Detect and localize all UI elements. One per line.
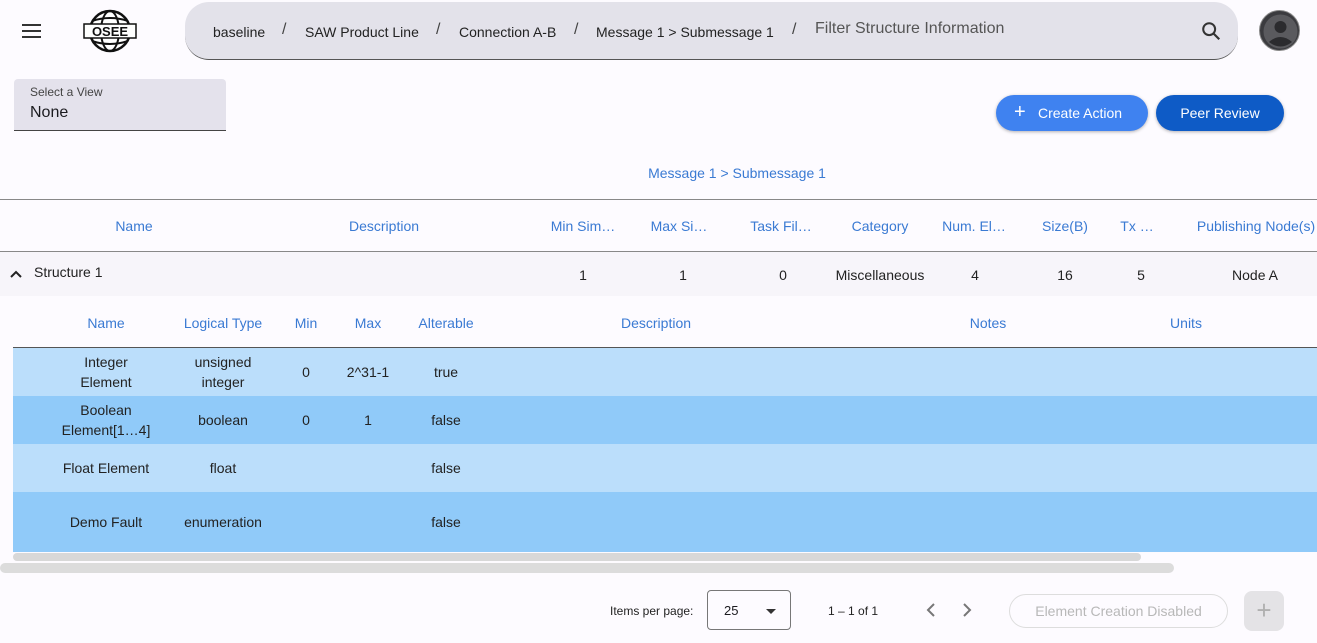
items-per-page-value: 25: [724, 603, 739, 618]
header-tx[interactable]: Tx …: [1120, 218, 1153, 234]
plus-icon: +: [1014, 101, 1026, 123]
element-header-max[interactable]: Max: [355, 315, 381, 331]
peer-review-button[interactable]: Peer Review: [1156, 95, 1284, 131]
menu-icon-bar: [22, 30, 41, 32]
table-row[interactable]: Float Element float false: [13, 444, 1317, 492]
items-per-page-label: Items per page:: [610, 604, 694, 618]
menu-button[interactable]: [14, 16, 50, 46]
element-header-logical-type[interactable]: Logical Type: [184, 315, 262, 331]
table-top-border: [0, 199, 1317, 200]
element-header-name[interactable]: Name: [87, 315, 124, 331]
osee-logo[interactable]: OSEE: [82, 9, 138, 53]
element-alterable: false: [431, 460, 461, 476]
breadcrumb-separator: /: [282, 21, 287, 38]
chevron-left-icon[interactable]: [922, 600, 940, 620]
element-header-description[interactable]: Description: [621, 315, 691, 331]
table-row[interactable]: Integer Element unsigned integer 0 2^31-…: [13, 348, 1317, 396]
element-max: 2^31-1: [346, 364, 390, 380]
element-alterable: false: [431, 514, 461, 530]
breadcrumb-baseline[interactable]: baseline: [213, 24, 265, 40]
structure-tx: 5: [1137, 267, 1145, 283]
element-alterable: false: [431, 412, 461, 428]
create-action-button[interactable]: + Create Action: [996, 95, 1148, 131]
chevron-right-icon[interactable]: [958, 600, 976, 620]
header-category[interactable]: Category: [852, 218, 909, 234]
element-min: 0: [302, 364, 310, 380]
menu-icon: [22, 24, 41, 26]
breadcrumb-separator: /: [574, 21, 579, 38]
element-type: unsigned integer: [194, 354, 252, 390]
structure-name: Structure 1: [34, 264, 103, 280]
view-select-value: None: [30, 104, 69, 121]
structure-min-sim: 1: [579, 267, 587, 283]
table-row[interactable]: Demo Fault enumeration false: [13, 492, 1317, 552]
breadcrumb-product-line[interactable]: SAW Product Line: [305, 24, 419, 40]
structure-table-header: Name Description Min Sim… Max Si… Task F…: [0, 218, 1317, 238]
breadcrumb-connection[interactable]: Connection A-B: [459, 24, 556, 40]
chevron-up-icon[interactable]: [8, 266, 24, 282]
element-alterable: true: [433, 364, 459, 380]
header-name[interactable]: Name: [115, 218, 152, 234]
element-header-notes[interactable]: Notes: [970, 315, 1007, 331]
caret-down-icon: [766, 609, 776, 614]
logo-text: OSEE: [92, 24, 128, 39]
header-min-sim[interactable]: Min Sim…: [551, 218, 616, 234]
structure-task-file: 0: [779, 267, 787, 283]
element-name: Integer Element: [80, 354, 132, 390]
filter-input[interactable]: Filter Structure Information: [815, 20, 1004, 38]
search-icon[interactable]: [1200, 20, 1222, 42]
search-bar[interactable]: baseline / SAW Product Line / Connection…: [185, 2, 1238, 60]
create-action-label: Create Action: [1038, 105, 1123, 121]
element-max: 1: [364, 412, 372, 428]
element-name: Boolean Element[1…4]: [61, 402, 151, 438]
element-header-units[interactable]: Units: [1170, 315, 1202, 331]
avatar[interactable]: [1259, 10, 1300, 51]
element-name: Float Element: [62, 460, 150, 476]
header-size[interactable]: Size(B): [1042, 218, 1088, 234]
header-task-file[interactable]: Task Fil…: [750, 218, 811, 234]
element-type: float: [209, 460, 237, 476]
breadcrumb-separator: /: [792, 21, 797, 38]
element-header-alterable[interactable]: Alterable: [418, 315, 473, 331]
breadcrumb-separator: /: [436, 21, 441, 38]
breadcrumb-message[interactable]: Message 1 > Submessage 1: [596, 24, 774, 40]
page-range: 1 – 1 of 1: [828, 604, 879, 618]
element-table-header: Name Logical Type Min Max Alterable Desc…: [0, 315, 1317, 335]
view-select-label: Select a View: [30, 85, 103, 99]
element-table-scrollbar[interactable]: [13, 553, 1141, 561]
header-max-sim[interactable]: Max Si…: [651, 218, 708, 234]
structure-publishing-node: Node A: [1232, 267, 1278, 283]
items-per-page-select[interactable]: 25: [707, 590, 791, 630]
element-type: boolean: [198, 412, 248, 428]
structure-table-scrollbar[interactable]: [0, 563, 1174, 573]
element-name: Demo Fault: [69, 514, 143, 530]
header-publishing-node[interactable]: Publishing Node(s): [1197, 218, 1315, 234]
element-type: enumeration: [184, 514, 262, 530]
structure-num-elements: 4: [971, 267, 979, 283]
structure-category: Miscellaneous: [835, 267, 925, 283]
structure-max-sim: 1: [679, 267, 687, 283]
sub-title: Message 1 > Submessage 1: [648, 165, 826, 181]
menu-icon-bar: [22, 36, 41, 38]
structure-size: 16: [1057, 267, 1073, 283]
user-icon: [1263, 14, 1298, 49]
element-min: 0: [302, 412, 310, 428]
globe-icon: OSEE: [83, 9, 137, 53]
view-select[interactable]: Select a View None: [14, 79, 226, 131]
structure-row[interactable]: [0, 252, 1317, 296]
element-creation-disabled-button[interactable]: Element Creation Disabled: [1009, 594, 1228, 628]
header-num-elements[interactable]: Num. El…: [942, 218, 1006, 234]
element-header-min[interactable]: Min: [295, 315, 318, 331]
table-row[interactable]: Boolean Element[1…4] boolean 0 1 false: [13, 396, 1317, 444]
add-element-button[interactable]: +: [1244, 591, 1284, 631]
header-description[interactable]: Description: [349, 218, 419, 234]
